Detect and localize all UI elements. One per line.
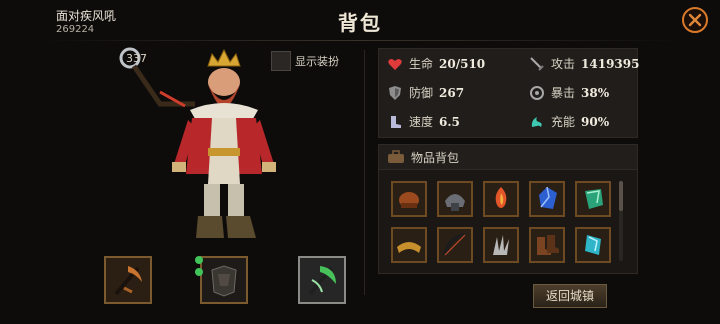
flame-gem-icon: [495, 187, 507, 208]
boot-icon: [391, 115, 401, 128]
panel-divider: [364, 50, 365, 295]
dark-armor-icon: [202, 258, 246, 302]
cyan-crystal-icon: [585, 235, 601, 255]
crit-icon: [530, 85, 544, 100]
bag-scroll-thumb[interactable]: [619, 181, 623, 211]
blue-gem-icon: [539, 186, 557, 209]
equip-slot-armor[interactable]: [200, 256, 248, 304]
green-axe-icon: [300, 258, 344, 302]
sword-icon: [530, 56, 544, 71]
show-gear-checkbox[interactable]: [271, 51, 291, 71]
stat-charge-value: 90%: [581, 114, 610, 129]
leather-boots-icon: [537, 235, 559, 255]
green-dot-indicator: [195, 268, 203, 276]
bag-item-2[interactable]: [437, 181, 473, 217]
power-value: 337: [126, 52, 147, 65]
stats-panel: 生命 20/510 攻击 1419395 防御 267 暴击 38% 速度 6.…: [378, 48, 639, 138]
bag-title: 物品背包: [411, 151, 460, 165]
emerald-shard-icon: [585, 189, 603, 209]
heart-icon: [388, 58, 402, 70]
stat-hp-value: 20/510: [439, 56, 486, 71]
bag-icon: [388, 150, 404, 163]
return-to-town-button[interactable]: 返回城镇: [533, 284, 607, 308]
gold-crown-band-icon: [397, 242, 421, 253]
player-id: 269224: [56, 24, 95, 35]
bag-item-7[interactable]: [437, 227, 473, 263]
equip-slot-accessory[interactable]: [298, 256, 346, 304]
bag-item-5[interactable]: [575, 181, 611, 217]
stat-speed-value: 6.5: [439, 114, 460, 129]
stat-speed-label: 速度: [409, 115, 434, 129]
bag-item-9[interactable]: [529, 227, 565, 263]
top-bar: 面对疾风吼 269224 背包: [0, 0, 720, 40]
stat-speed: 速度 6.5: [387, 113, 460, 130]
bag-item-3[interactable]: [483, 181, 519, 217]
bag-header: 物品背包: [379, 145, 637, 170]
stat-crit-label: 暴击: [551, 86, 576, 100]
header-divider: [40, 40, 680, 41]
bag-item-1[interactable]: [391, 181, 427, 217]
stat-hp-label: 生命: [409, 57, 434, 71]
equip-slot-weapon[interactable]: [104, 256, 152, 304]
shield-icon: [389, 85, 401, 100]
stat-attack-value: 1419395: [581, 56, 640, 71]
stat-attack-label: 攻击: [551, 57, 576, 71]
page-title: 背包: [338, 11, 382, 35]
bag-item-8[interactable]: [483, 227, 519, 263]
stat-hp: 生命 20/510: [387, 55, 485, 72]
bag-item-4[interactable]: [529, 181, 565, 217]
stat-attack: 攻击 1419395: [529, 55, 639, 72]
bag-item-10[interactable]: [575, 227, 611, 263]
bag-scrollbar[interactable]: [619, 181, 623, 261]
stat-defense: 防御 267: [387, 84, 464, 101]
dark-bow-icon: [443, 233, 466, 256]
stat-defense-value: 267: [439, 85, 465, 100]
leather-glove-icon: [399, 192, 419, 208]
close-button[interactable]: [682, 7, 708, 33]
silver-claw-icon: [493, 235, 509, 255]
player-name: 面对疾风吼: [56, 9, 117, 23]
green-dot-indicator: [195, 256, 203, 264]
show-gear-label: 显示装扮: [295, 55, 339, 68]
pickaxe-weapon-icon: [106, 258, 150, 302]
charge-icon: [531, 116, 542, 127]
stat-defense-label: 防御: [409, 86, 434, 100]
bag-panel: 物品背包: [378, 144, 638, 274]
stat-crit: 暴击 38%: [529, 84, 609, 101]
bag-item-6[interactable]: [391, 227, 427, 263]
show-gear-toggle[interactable]: 显示装扮: [271, 50, 339, 72]
stat-charge: 充能 90%: [529, 113, 609, 130]
character-model: [119, 47, 276, 238]
iron-helmet-icon: [445, 194, 465, 211]
stat-charge-label: 充能: [551, 115, 576, 129]
stat-crit-value: 38%: [581, 85, 610, 100]
close-icon: [688, 13, 702, 27]
